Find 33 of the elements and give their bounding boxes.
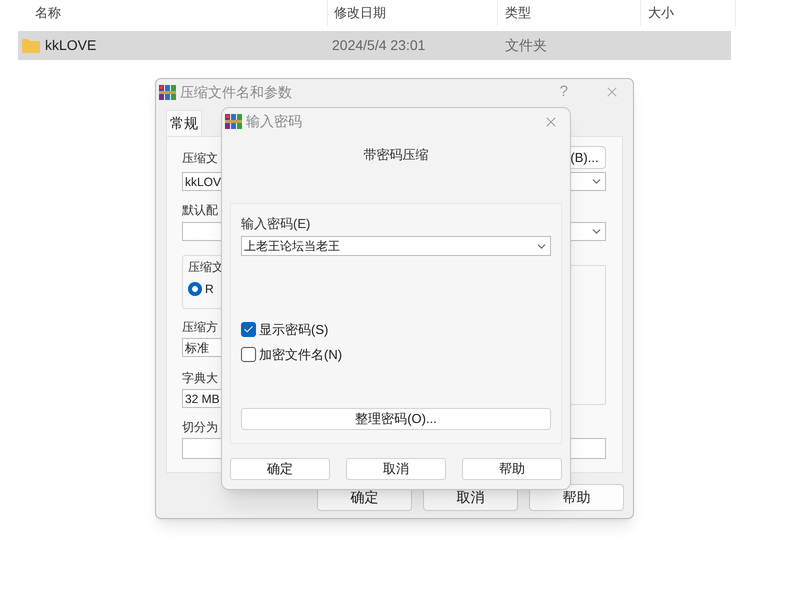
column-header[interactable]: 修改日期 [334,3,386,23]
window-title: 压缩文件名和参数 [180,82,292,102]
tab[interactable]: 常规 [166,110,202,136]
file-row[interactable]: kkLOVE 2024/5/4 23:01 文件夹 [18,31,731,60]
checkbox[interactable] [241,346,256,362]
password-field[interactable]: 上老王论坛当老王 [241,236,551,256]
folder-icon [22,38,40,52]
field-label: 压缩方 [182,319,218,336]
dialog-button[interactable]: 帮助 [529,484,624,511]
column-header[interactable]: 名称 [35,3,61,23]
archive-app-icon [159,84,176,100]
dialog-button[interactable]: 取消 [346,458,446,480]
modified-date: 2024/5/4 23:01 [332,37,426,53]
checkbox-label: 显示密码(S) [259,321,328,339]
password-label: 输入密码(E) [241,214,312,233]
organize-passwords-button[interactable]: 整理密码(O)... [241,408,551,430]
field-label: 切分为 [182,419,218,436]
dialog-button[interactable]: 确定 [230,458,330,480]
field-label: 压缩文 [182,150,218,166]
column-header[interactable]: 大小 [648,3,674,23]
field-label: 默认配 [182,202,218,219]
dialog-button[interactable]: 帮助 [462,458,562,480]
dialog-heading: 带密码压缩 [364,146,428,164]
file-name: kkLOVE [45,36,96,55]
radio-button[interactable] [188,282,202,296]
checkbox[interactable] [241,322,256,338]
window-title: 输入密码 [246,112,302,131]
radio-label: R [205,281,214,298]
field-label: 字典大 [182,370,218,387]
column-header[interactable]: 类型 [505,3,531,23]
archive-app-icon [225,114,242,129]
checkbox-label: 加密文件名(N) [259,346,342,364]
file-type: 文件夹 [505,37,547,53]
